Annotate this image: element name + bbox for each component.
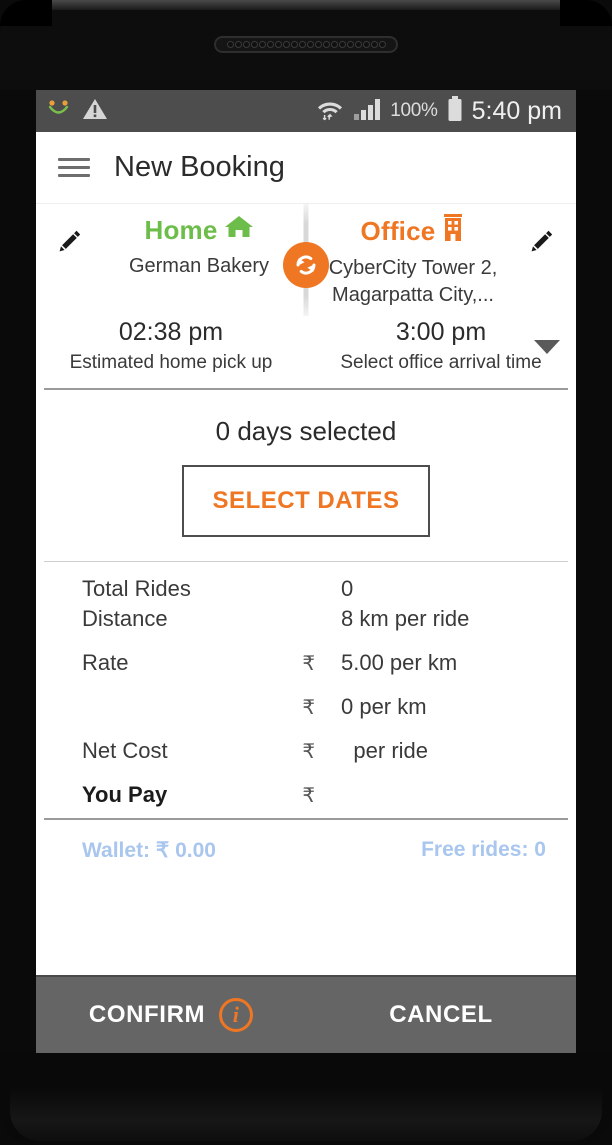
office-building-icon — [441, 214, 465, 249]
confirm-button-label: CONFIRM — [88, 1001, 206, 1028]
pencil-edit-icon-origin[interactable] — [48, 214, 92, 254]
swap-refresh-icon[interactable] — [283, 242, 329, 288]
pencil-edit-icon-destination[interactable] — [520, 214, 564, 254]
chevron-down-icon[interactable] — [534, 340, 560, 355]
origin-address: German Bakery — [128, 255, 270, 277]
bezel-corner-left — [0, 0, 52, 26]
warning-triangle-icon — [82, 97, 108, 126]
bezel-corner-right — [560, 0, 612, 26]
app-bar: New Booking — [36, 132, 576, 204]
confirm-button[interactable]: CONFIRM i — [36, 998, 306, 1032]
route-origin: Home German Bakery — [36, 214, 306, 280]
fare-value: 8 km per ride — [340, 606, 470, 632]
origin-label: Home — [144, 215, 218, 245]
phone-screen: 100% 5:40 pm New Booking Home German Bak… — [36, 90, 576, 1053]
wifi-icon — [316, 96, 344, 127]
arrival-time-label: Select office arrival time — [340, 352, 542, 374]
wallet-row: Wallet: ₹ 0.00 Free rides: 0 — [36, 820, 576, 863]
wallet-balance[interactable]: Wallet: ₹ 0.00 — [82, 838, 216, 863]
status-bar-clock: 5:40 pm — [471, 96, 562, 125]
table-row: Rate ₹ 5.00 per km — [36, 650, 576, 680]
table-row: Distance 8 km per ride — [36, 606, 576, 636]
status-bar-right-icons: 100% 5:40 pm — [316, 95, 562, 127]
fare-value: 0 — [340, 576, 354, 602]
days-selected-text: 0 days selected — [215, 416, 397, 447]
table-row: You Pay ₹ — [36, 782, 576, 812]
status-bar: 100% 5:40 pm — [36, 90, 576, 132]
home-icon — [224, 214, 254, 247]
cancel-button-label: CANCEL — [389, 1001, 493, 1028]
bottom-action-bar: CONFIRM i CANCEL — [36, 975, 576, 1053]
cellular-signal-icon — [353, 97, 381, 126]
time-section: 02:38 pm Estimated home pick up 3:00 pm … — [36, 314, 576, 388]
fare-currency: ₹ — [302, 785, 316, 808]
fare-currency: ₹ — [302, 653, 316, 676]
smiley-icon — [46, 98, 72, 125]
hamburger-menu-icon[interactable] — [58, 158, 90, 177]
destination-header: Office — [310, 214, 516, 249]
destination-address: CyberCity Tower 2, Magarpatta City,... — [328, 257, 498, 306]
info-circle-icon[interactable]: i — [219, 998, 254, 1032]
table-row: Total Rides 0 — [36, 576, 576, 606]
battery-full-icon — [447, 95, 463, 127]
fare-label: Rate — [82, 650, 129, 676]
phone-device: 100% 5:40 pm New Booking Home German Bak… — [0, 0, 612, 1145]
fare-label: You Pay — [82, 782, 168, 808]
pickup-time-block: 02:38 pm Estimated home pick up — [36, 318, 306, 374]
select-dates-button[interactable]: SELECT DATES — [182, 465, 430, 538]
destination-label: Office — [360, 216, 436, 246]
fare-table: Total Rides 0 Distance 8 km per ride Rat… — [36, 562, 576, 818]
pickup-time-value: 02:38 pm — [118, 318, 224, 347]
free-rides-count[interactable]: Free rides: 0 — [421, 838, 546, 863]
bezel-gloss — [18, 0, 594, 10]
origin-header: Home — [96, 214, 302, 247]
fare-currency: ₹ — [302, 697, 316, 720]
fare-label: Net Cost — [82, 738, 168, 764]
fare-value: per ride — [353, 738, 428, 764]
fare-label: Distance — [82, 606, 168, 632]
battery-percent: 100% — [390, 100, 438, 121]
fare-currency: ₹ — [302, 741, 316, 764]
bezel-bottom-sheen — [10, 1087, 602, 1141]
cancel-button[interactable]: CANCEL — [306, 1001, 576, 1029]
pickup-time-label: Estimated home pick up — [69, 352, 273, 374]
earpiece-speaker — [214, 36, 398, 53]
fare-value: 0 per km — [340, 694, 427, 720]
phone-bottom-bezel — [0, 1053, 612, 1145]
route-destination: Office CyberCity Tower 2, Magarpatta Cit… — [306, 214, 576, 308]
route-section: Home German Bakery Office CyberCity Towe… — [36, 204, 576, 316]
status-bar-left-icons — [46, 97, 108, 126]
fare-value: 5.00 per km — [340, 650, 458, 676]
fare-label: Total Rides — [82, 576, 191, 602]
dates-section: 0 days selected SELECT DATES — [36, 390, 576, 561]
table-row: ₹ 0 per km — [36, 694, 576, 724]
phone-top-bezel — [0, 0, 612, 90]
table-row: Net Cost ₹ per ride — [36, 738, 576, 768]
page-title: New Booking — [114, 151, 285, 183]
